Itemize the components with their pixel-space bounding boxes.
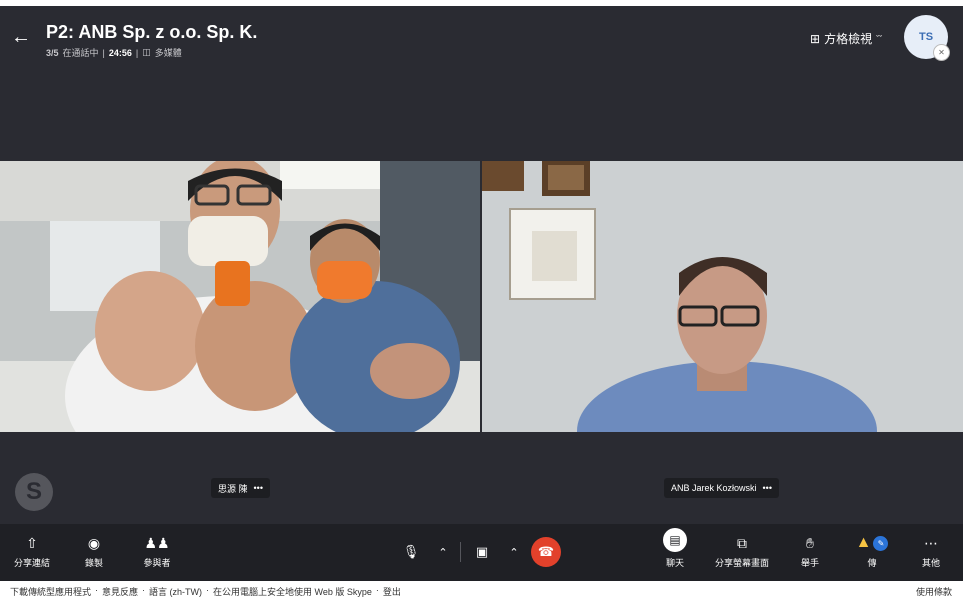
chevron-down-icon: ˇˇ [876,33,883,44]
more-button[interactable]: ⋯ 其他 [899,534,963,569]
mic-muted-icon[interactable]: 🎙︎ [396,537,426,567]
share-screen-icon: ⧉ [737,534,747,551]
video-feed-image [0,161,480,432]
sign-out-link[interactable]: 登出 [383,585,401,598]
record-label: 錄製 [84,558,103,568]
participant-name-tag[interactable]: ANB Jarek Kozłowski ••• [664,478,779,498]
language-link[interactable]: 語言 (zh-TW) [149,585,202,598]
call-window: ← P2: ANB Sp. z o.o. Sp. K. 3/5 在通話中 | 2… [0,6,963,581]
back-arrow-icon[interactable]: ← [10,26,32,48]
share-screen-label: 分享螢幕畫面 [714,558,769,568]
window-edge [963,6,970,581]
chevron-up-icon[interactable]: ⌃ [503,537,525,567]
participant-name-tag[interactable]: 思源 陳 ••• [211,478,270,498]
people-icon: ♟♟ [144,534,170,551]
call-subtitle: 3/5 在通話中 | 24:56 | ◫ 多媒體 [46,46,182,59]
record-icon: ◉ [87,534,101,551]
footer-separator: · [206,584,210,595]
share-screen-button[interactable]: ⧉ 分享螢幕畫面 [710,534,774,569]
call-title: P2: ANB Sp. z o.o. Sp. K. [46,22,258,42]
participants-button[interactable]: ♟♟ 參與者 [125,534,189,569]
public-computer-link[interactable]: 在公用電腦上安全地使用 Web 版 Skype [213,585,372,598]
share-link-button[interactable]: ⇧ 分享連結 [0,534,64,569]
separator: | [102,47,105,58]
footer-bar: 下載傳統型應用程式 · 意見反應 · 語言 (zh-TW) · 在公用電腦上安全… [0,581,970,601]
participants-label: 參與者 [143,558,171,568]
divider [460,542,461,562]
footer-separator: · [95,584,99,595]
download-app-link[interactable]: 下載傳統型應用程式 [10,585,91,598]
send-label: 傳 [867,558,877,568]
avatar[interactable]: TS ✕ [904,15,950,61]
media-icon: ◫ [142,47,151,57]
footer-separator: · [375,584,379,595]
media-controls: 🎙︎ ⌃ ▣ ⌃ ☎︎ [396,536,561,568]
chat-icon: ▤ [663,528,687,552]
raise-hand-label: 舉手 [800,558,819,568]
more-dots-icon: ⋯ [924,534,938,551]
video-feed-image [482,161,963,432]
separator: | [135,47,139,58]
call-status: 在通話中 [62,48,99,58]
participant-name: ANB Jarek Kozłowski [671,483,757,493]
avatar-initials: TS [918,31,934,43]
hang-up-button[interactable]: ☎︎ [531,537,561,567]
skype-logo-icon: S [15,473,53,511]
call-duration: 24:56 [108,47,132,58]
feedback-link[interactable]: 意見反應 [102,585,138,598]
footer-links: 下載傳統型應用程式 · 意見反應 · 語言 (zh-TW) · 在公用電腦上安全… [10,585,401,598]
more-options-icon[interactable]: ••• [763,483,772,493]
participant-count: 3/5 [46,47,59,58]
chevron-up-icon[interactable]: ⌃ [432,537,454,567]
call-toolbar: ⇧ 分享連結 ◉ 錄製 ♟♟ 參與者 🎙︎ ⌃ ▣ ⌃ ☎︎ ▤ 聊天 ⧉ 分享 [0,524,963,581]
media-label[interactable]: 多媒體 [155,46,182,59]
grid-view-button[interactable]: ⊞ 方格檢視 ˇˇ [810,30,882,47]
chat-label: 聊天 [665,558,684,568]
participant-name: 思源 陳 [218,483,248,494]
chat-button[interactable]: ▤ 聊天 [643,528,707,569]
more-label: 其他 [921,558,940,568]
share-link-label: 分享連結 [13,558,50,568]
video-tile-left[interactable] [0,161,480,432]
share-icon: ⇧ [26,534,38,551]
send-reaction-button[interactable]: ▲ ✎ 傳 [840,534,904,569]
pencil-icon[interactable]: ✎ [873,535,889,551]
mic-muted-icon: ✕ [933,44,950,61]
grid-icon: ⊞ [810,31,821,46]
grid-view-label: 方格檢視 [824,32,873,46]
footer-separator: · [142,584,146,595]
video-tile-right[interactable] [482,161,963,432]
hand-icon: ✋︎ [806,534,814,551]
raise-hand-button[interactable]: ✋︎ 舉手 [778,534,842,569]
more-options-icon[interactable]: ••• [254,483,263,493]
thumbs-up-icon: ▲ [855,534,872,551]
terms-link[interactable]: 使用條款 [916,585,952,598]
record-button[interactable]: ◉ 錄製 [62,534,126,569]
camera-off-icon[interactable]: ▣ [467,537,497,567]
